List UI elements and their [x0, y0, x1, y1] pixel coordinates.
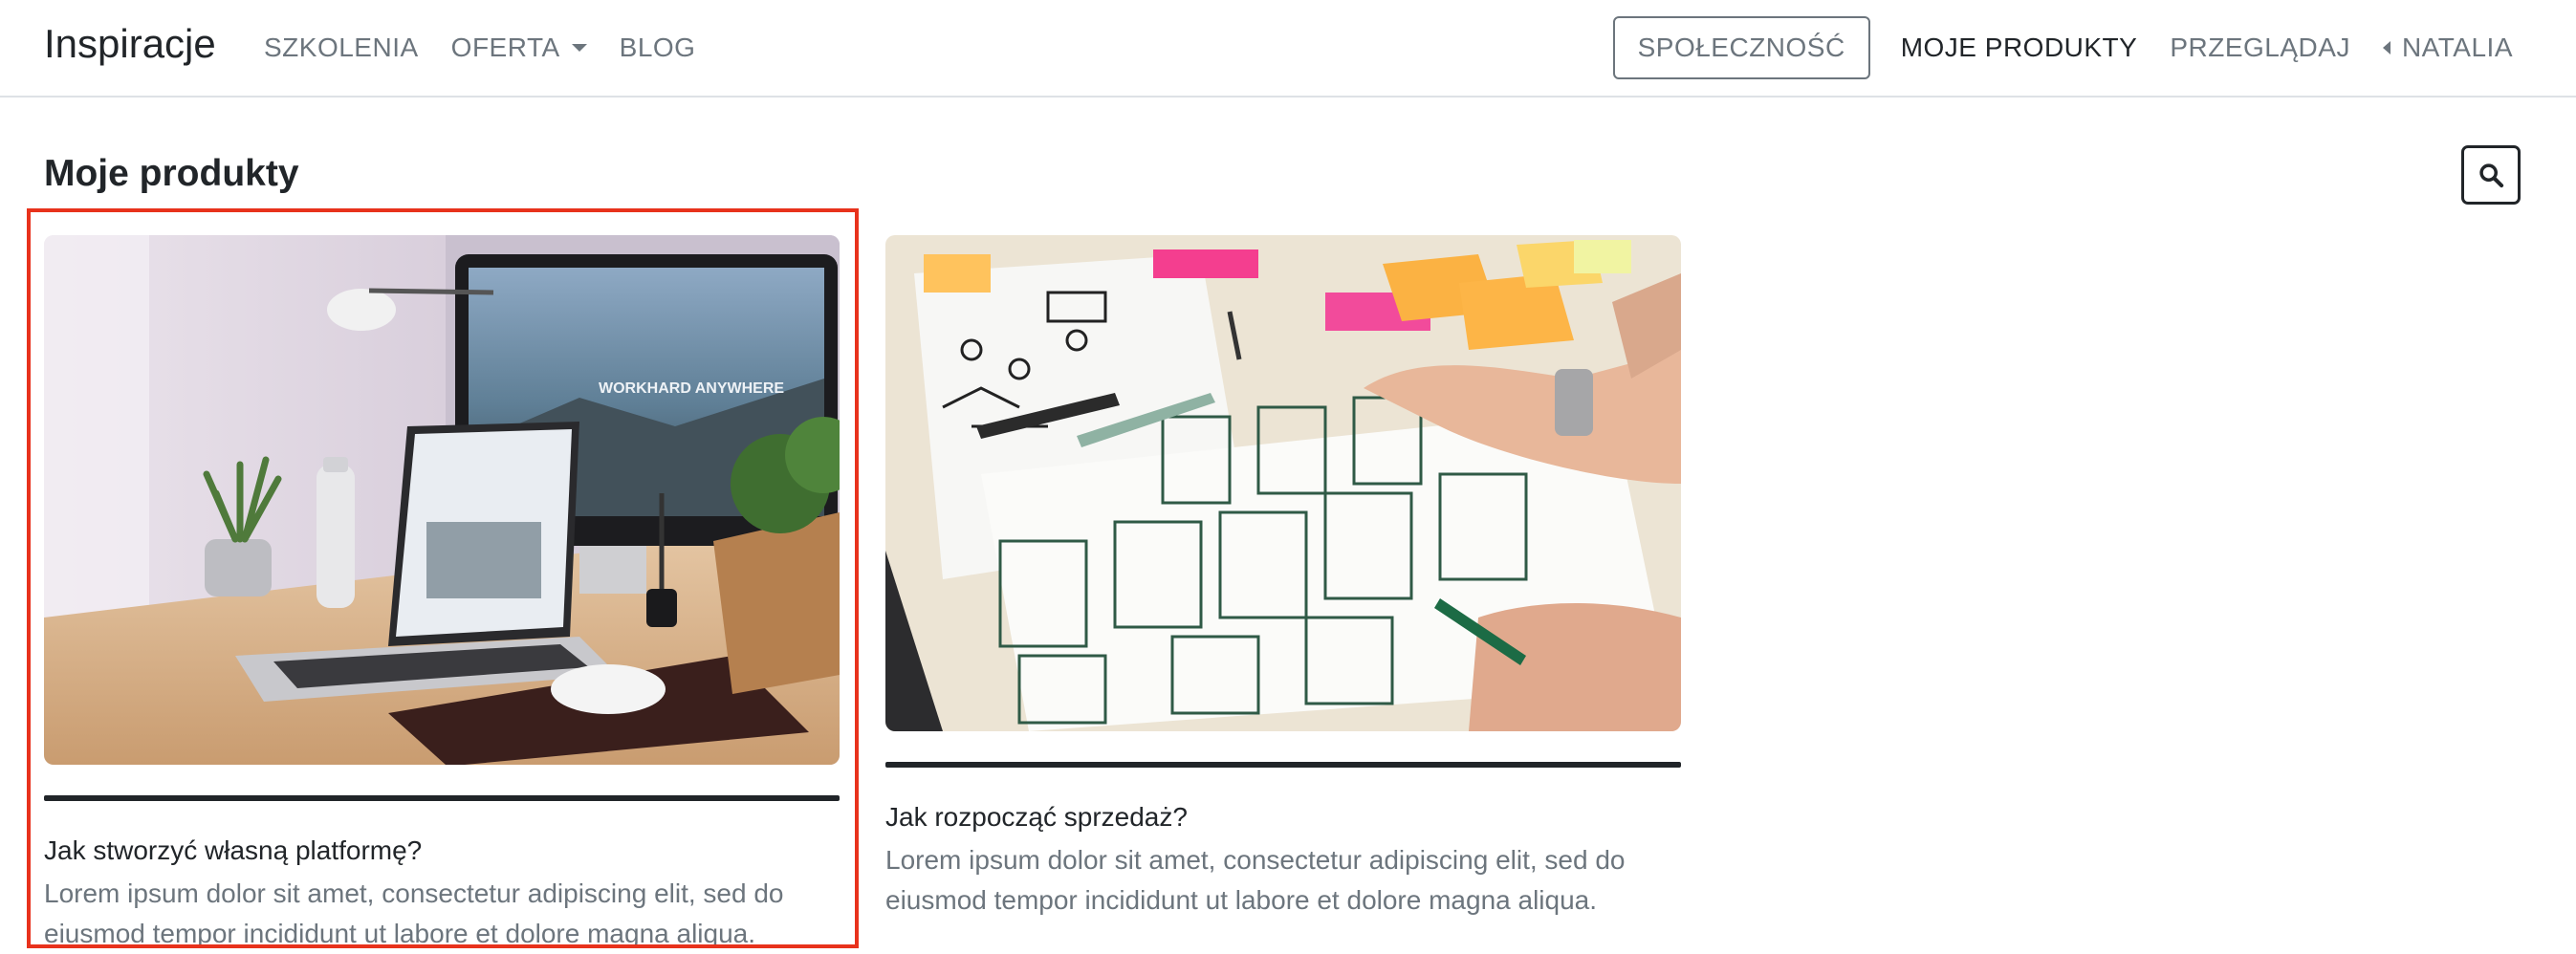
card-image: [885, 235, 1681, 731]
card-divider: [44, 795, 840, 801]
nav-dropdown-user[interactable]: NATALIA: [2382, 33, 2513, 63]
top-navbar: Inspiracje SZKOLENIA OFERTA BLOG SPOŁECZ…: [0, 0, 2576, 98]
nav-link-label: OFERTA: [450, 33, 560, 62]
product-card[interactable]: WORKHARD ANYWHERE Jak stworzyć własną pl…: [44, 235, 840, 954]
nav-link-blog[interactable]: BLOG: [620, 33, 696, 63]
nav-left-group: SZKOLENIA OFERTA BLOG: [264, 0, 728, 96]
search-icon: [2479, 163, 2504, 188]
community-button[interactable]: SPOŁECZNOŚĆ: [1612, 16, 1870, 79]
nav-link-przegladaj[interactable]: PRZEGLĄDAJ: [2170, 33, 2350, 63]
nav-link-moje-produkty[interactable]: MOJE PRODUKTY: [1901, 33, 2138, 63]
caret-left-icon: [2382, 41, 2390, 54]
card-title[interactable]: Jak stworzyć własną platformę?: [44, 834, 840, 868]
caret-down-icon: [571, 44, 587, 52]
workspace-desk-photo[interactable]: WORKHARD ANYWHERE: [44, 235, 840, 765]
nav-link-szkolenia[interactable]: SZKOLENIA: [264, 33, 419, 63]
search-button[interactable]: [2461, 145, 2521, 205]
nav-link-label: MOJE PRODUKTY: [1900, 33, 2138, 62]
product-card[interactable]: Jak rozpocząć sprzedaż? Lorem ipsum dolo…: [885, 235, 1681, 921]
card-title[interactable]: Jak rozpocząć sprzedaż?: [885, 800, 1681, 835]
page-title: Moje produkty: [44, 153, 299, 194]
card-divider: [885, 762, 1681, 768]
card-description: Lorem ipsum dolor sit amet, consectetur …: [44, 878, 784, 948]
nav-link-label: BLOG: [619, 33, 696, 62]
user-name: NATALIA: [2401, 33, 2513, 62]
monitor-text: WORKHARD ANYWHERE: [599, 380, 784, 397]
nav-dropdown-oferta[interactable]: OFERTA: [451, 33, 587, 63]
brand-logo[interactable]: Inspiracje: [44, 17, 216, 71]
wireframe-sketching-photo[interactable]: [885, 235, 1681, 731]
nav-link-label: SZKOLENIA: [264, 33, 419, 62]
nav-right-group: SPOŁECZNOŚĆ MOJE PRODUKTY PRZEGLĄDAJ NAT…: [1612, 0, 2513, 96]
nav-link-label: PRZEGLĄDAJ: [2170, 33, 2350, 62]
card-image: WORKHARD ANYWHERE: [44, 235, 840, 765]
card-description: Lorem ipsum dolor sit amet, consectetur …: [885, 845, 1626, 915]
